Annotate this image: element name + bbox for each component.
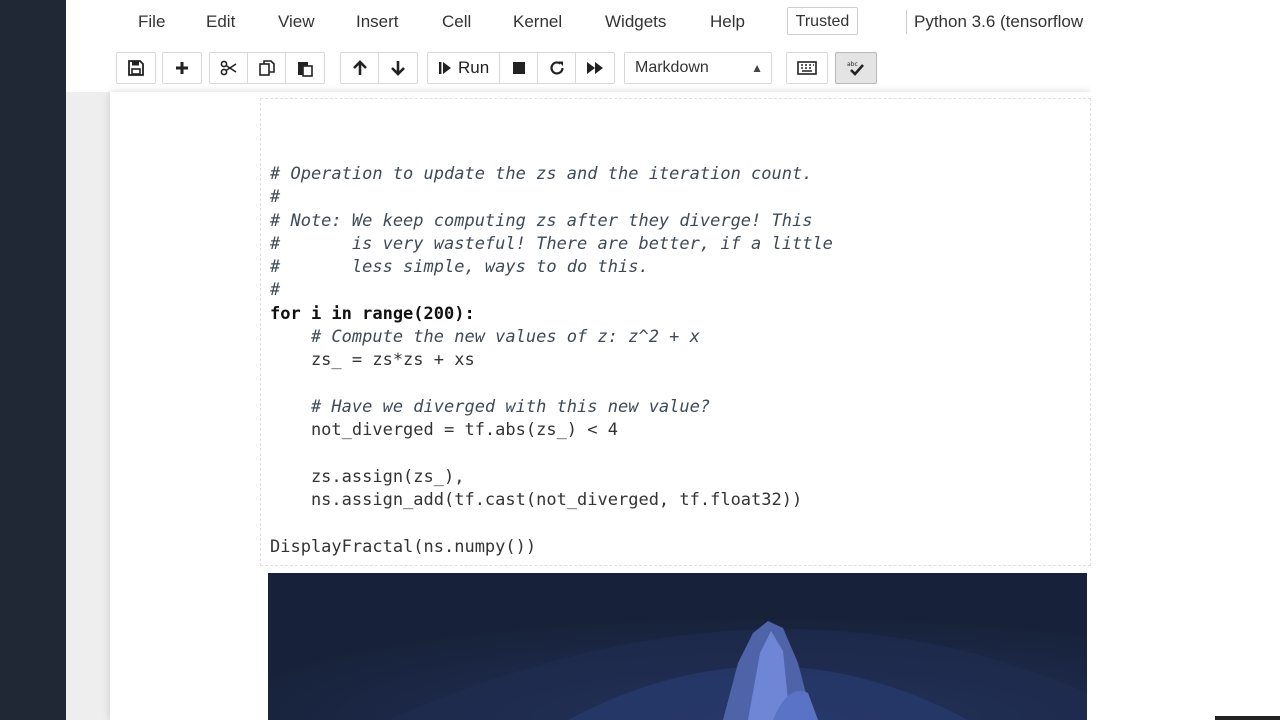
select-arrows-icon: ▲	[751, 61, 763, 75]
code-line: # Operation to update the zs and the ite…	[270, 164, 813, 184]
fractal-output-image	[268, 573, 1087, 720]
interrupt-button[interactable]	[500, 53, 539, 83]
window-edge-stub	[1215, 716, 1280, 720]
restart-button[interactable]	[538, 53, 577, 83]
code-line: # Compute the new values of z: z^2 + x	[270, 327, 700, 348]
run-all-button[interactable]	[576, 53, 614, 83]
refresh-icon	[550, 61, 564, 75]
code-line: zs_ = zs*zs + xs	[270, 350, 475, 371]
menu-cell[interactable]: Cell	[442, 12, 471, 32]
move-down-button[interactable]	[379, 53, 417, 83]
paste-button[interactable]	[286, 53, 324, 83]
code-line: # less simple, ways to do this.	[270, 257, 649, 278]
insert-cell-button[interactable]	[163, 53, 201, 83]
code-line: #	[270, 187, 281, 208]
menu-insert[interactable]: Insert	[356, 12, 399, 32]
spellcheck-button[interactable]: abc	[835, 52, 877, 84]
fast-forward-icon	[587, 62, 604, 74]
menu-edit[interactable]: Edit	[206, 12, 235, 32]
cut-button[interactable]	[210, 53, 248, 83]
svg-text:abc: abc	[847, 61, 858, 68]
copy-icon	[258, 60, 275, 76]
run-button[interactable]: Run	[428, 53, 501, 83]
right-blank-area	[1091, 0, 1280, 720]
paste-icon	[298, 62, 313, 77]
move-up-button[interactable]	[341, 53, 379, 83]
run-group: Run	[427, 52, 616, 84]
code-line: zs.assign(zs_),	[270, 466, 465, 487]
scissors-icon	[220, 60, 236, 76]
cell-type-select[interactable]: Markdown ▲	[624, 52, 772, 84]
arrow-up-icon	[352, 60, 367, 75]
kernel-separator	[906, 10, 907, 34]
code-line: # is very wasteful! There are better, if…	[270, 233, 833, 254]
cell-type-value: Markdown	[635, 59, 709, 76]
code-line: # Note: We keep computing zs after they …	[270, 210, 813, 231]
spellcheck-icon: abc	[847, 61, 864, 76]
stop-icon	[512, 62, 525, 74]
arrow-down-icon	[391, 61, 405, 76]
code-editor[interactable]: # Operation to update the zs and the ite…	[270, 163, 833, 559]
code-line: #	[270, 280, 281, 301]
keyboard-icon	[797, 61, 817, 75]
trusted-indicator[interactable]: Trusted	[787, 7, 858, 35]
menu-widgets[interactable]: Widgets	[605, 12, 666, 32]
fractal-image	[268, 573, 1087, 720]
menu-file[interactable]: File	[138, 12, 165, 32]
menubar: File Edit View Insert Cell Kernel Widget…	[66, 0, 1091, 44]
copy-button[interactable]	[248, 53, 286, 83]
insert-group	[162, 52, 202, 84]
toolbar: Run Markdown ▲ abc	[66, 44, 1091, 92]
code-line: DisplayFractal(ns.numpy())	[270, 536, 537, 557]
save-button[interactable]	[117, 53, 155, 83]
jupyter-notebook-window: File Edit View Insert Cell Kernel Widget…	[66, 0, 1091, 720]
move-group	[340, 52, 418, 84]
code-line: for i in range(200):	[270, 303, 475, 324]
menu-kernel[interactable]: Kernel	[513, 12, 562, 32]
plus-icon	[176, 62, 188, 74]
command-palette-button[interactable]	[786, 52, 828, 84]
code-line: ns.assign_add(tf.cast(not_diverged, tf.f…	[270, 490, 803, 511]
menu-view[interactable]: View	[278, 12, 315, 32]
code-line: not_diverged = tf.abs(zs_) < 4	[270, 420, 618, 441]
menu-help[interactable]: Help	[710, 12, 745, 32]
clipboard-group	[209, 52, 325, 84]
run-label: Run	[458, 58, 490, 77]
left-window-edge	[0, 0, 66, 720]
kernel-name[interactable]: Python 3.6 (tensorflow	[914, 12, 1083, 32]
floppy-disk-icon	[128, 60, 144, 76]
step-forward-icon	[439, 62, 451, 74]
code-line: # Have we diverged with this new value?	[270, 396, 711, 417]
save-group	[116, 52, 156, 84]
